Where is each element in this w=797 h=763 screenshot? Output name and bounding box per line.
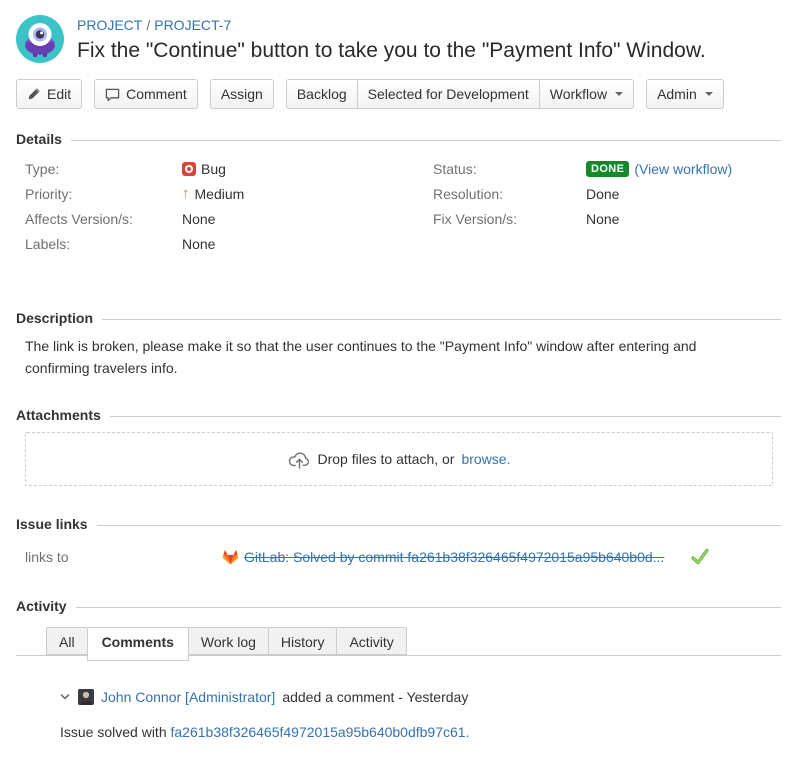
comment-header: John Connor [Administrator] added a comm… [60,689,781,705]
edit-button[interactable]: Edit [16,79,82,109]
labels-row: Labels: None [25,231,403,256]
details-heading: Details [16,131,62,147]
issue-links-heading: Issue links [16,516,88,532]
browse-link[interactable]: browse. [461,451,510,467]
details-right-column: Status: DONE (View workflow) Resolution:… [403,156,781,256]
labels-value: None [182,236,215,252]
status-badge: DONE [586,161,629,177]
tab-history[interactable]: History [268,627,337,655]
section-divider [97,525,781,526]
assign-button[interactable]: Assign [210,79,274,109]
gitlab-commit-link[interactable]: GitLab: Solved by commit fa261b38f326465… [244,549,664,565]
section-divider [102,319,781,320]
selected-for-development-label: Selected for Development [368,86,529,102]
priority-medium-arrow-up-icon: ↑ [182,186,190,201]
backlog-button[interactable]: Backlog [286,79,357,109]
workflow-button-group: Backlog Selected for Development Workflo… [286,79,634,109]
type-label: Type: [25,161,182,177]
fix-version-row: Fix Version/s: None [433,206,781,231]
attachment-dropzone[interactable]: Drop files to attach, or browse. [25,432,773,486]
tab-work-log[interactable]: Work log [188,627,268,655]
edit-button-label: Edit [47,86,71,102]
breadcrumb: PROJECT/PROJECT-7 [77,17,706,33]
green-check-icon [690,548,710,566]
comment-body: Issue solved with fa261b38f326465f497201… [60,722,781,742]
priority-label: Priority: [25,186,182,202]
attachments-heading: Attachments [16,407,101,423]
comment-author-link[interactable]: John Connor [Administrator] [101,689,275,705]
tab-comments[interactable]: Comments [87,627,189,661]
pencil-icon [27,87,41,101]
issue-header: PROJECT/PROJECT-7 Fix the "Continue" but… [16,14,781,63]
activity-heading: Activity [16,598,67,614]
activity-section: Activity All Comments Work log History A… [16,598,781,667]
tab-all[interactable]: All [46,627,87,655]
description-section: Description The link is broken, please m… [16,310,781,379]
tab-activity[interactable]: Activity [336,627,406,655]
description-heading: Description [16,310,93,326]
commit-hash-link[interactable]: fa261b38f326465f4972015a95b640b0dfb97c61… [171,724,470,740]
backlog-button-label: Backlog [297,86,347,102]
comment-text: Issue solved with [60,724,167,740]
dropzone-text: Drop files to attach, or [318,451,455,467]
affects-version-label: Affects Version/s: [25,211,182,227]
workflow-dropdown-button[interactable]: Workflow [539,79,634,109]
gitlab-icon [222,549,239,565]
workflow-button-label: Workflow [550,86,607,102]
fix-version-label: Fix Version/s: [433,211,586,227]
issue-links-section: Issue links links to GitLab: Solved by c… [16,516,781,566]
issue-title: Fix the "Continue" button to take you to… [77,39,706,63]
details-left-column: Type: Bug Priority: ↑ Medium Affects Ver… [25,156,403,256]
status-label: Status: [433,161,586,177]
issue-link-row: links to GitLab: Solved by commit fa261b… [16,548,781,566]
cloud-upload-icon [288,450,311,469]
type-row: Type: Bug [25,156,403,181]
breadcrumb-project-link[interactable]: PROJECT [77,17,142,33]
section-divider [71,140,781,141]
link-relation-label: links to [25,549,222,565]
chevron-down-icon [705,92,713,96]
details-section: Details Type: Bug Priority: ↑ Medium [16,131,781,256]
type-value: Bug [201,161,226,177]
labels-label: Labels: [25,236,182,252]
view-workflow-link[interactable]: (View workflow) [634,161,732,177]
section-divider [110,416,781,417]
affects-version-row: Affects Version/s: None [25,206,403,231]
selected-for-development-button[interactable]: Selected for Development [357,79,539,109]
comment-item: John Connor [Administrator] added a comm… [60,689,781,742]
section-divider [76,607,781,608]
comment-meta: added a comment - Yesterday [282,689,468,705]
attachments-section: Attachments Drop files to attach, or bro… [16,407,781,486]
status-row: Status: DONE (View workflow) [433,156,781,181]
admin-dropdown-button[interactable]: Admin [646,79,724,109]
bug-icon [182,162,196,176]
assign-button-label: Assign [221,86,263,102]
project-avatar-icon [16,15,64,63]
priority-row: Priority: ↑ Medium [25,181,403,206]
affects-version-value: None [182,211,215,227]
admin-button-label: Admin [657,86,697,102]
user-avatar [78,689,94,705]
comment-button[interactable]: Comment [94,79,198,109]
priority-value: Medium [195,186,245,202]
description-text: The link is broken, please make it so th… [16,326,778,379]
resolution-row: Resolution: Done [433,181,781,206]
speech-bubble-icon [105,87,120,102]
comment-button-label: Comment [126,86,187,102]
resolution-value: Done [586,186,619,202]
activity-tabs-bar: All Comments Work log History Activity [16,627,781,667]
resolution-label: Resolution: [433,186,586,202]
issue-page: PROJECT/PROJECT-7 Fix the "Continue" but… [0,0,797,742]
collapse-chevron-icon[interactable] [60,693,70,701]
breadcrumb-issue-link[interactable]: PROJECT-7 [154,17,231,33]
toolbar: Edit Comment Assign Backlog Selected for… [16,79,781,109]
fix-version-value: None [586,211,619,227]
breadcrumb-separator: / [146,17,150,33]
chevron-down-icon [615,92,623,96]
